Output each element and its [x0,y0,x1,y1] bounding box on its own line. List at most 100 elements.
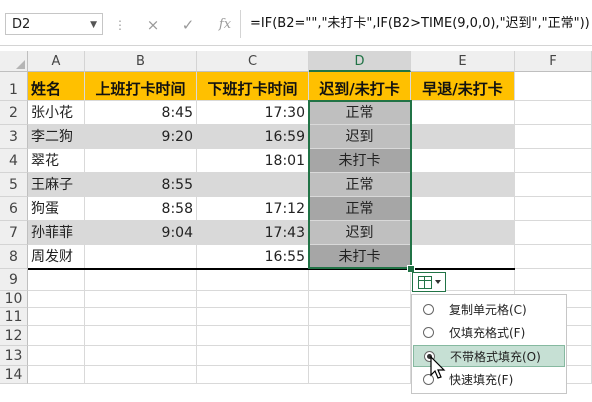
header-cell[interactable]: 下班打卡时间 [197,72,309,101]
name-cell[interactable]: 周发财 [28,245,85,269]
column-header-d[interactable]: D [309,51,411,72]
clock-in-cell[interactable]: 8:55 [85,173,197,197]
row-header-4[interactable]: 4 [0,149,28,173]
select-all-corner[interactable] [0,51,28,72]
name-box-dropdown-icon[interactable]: ▼ [90,14,97,36]
clock-out-cell[interactable]: 16:55 [197,245,309,269]
name-cell[interactable]: 孙菲菲 [28,221,85,245]
status-cell[interactable]: 未打卡 [309,149,411,173]
row-header-11[interactable]: 11 [0,308,28,326]
column-header-f[interactable]: F [515,51,592,72]
empty-cell[interactable] [28,346,85,366]
row-header-5[interactable]: 5 [0,173,28,197]
empty-cell[interactable] [197,308,309,326]
column-header-b[interactable]: B [85,51,197,72]
row-header-10[interactable]: 10 [0,291,28,308]
empty-cell[interactable] [197,346,309,366]
clock-out-cell[interactable]: 16:59 [197,125,309,149]
column-header-a[interactable]: A [28,51,85,72]
empty-cell[interactable] [197,366,309,384]
clock-in-cell[interactable]: 8:58 [85,197,197,221]
clock-out-cell[interactable]: 17:12 [197,197,309,221]
clock-in-cell[interactable]: 9:04 [85,221,197,245]
empty-cell[interactable] [309,366,411,384]
row-header-12[interactable]: 12 [0,326,28,346]
empty-cell[interactable] [515,149,592,173]
clock-out-cell[interactable]: 18:01 [197,149,309,173]
empty-cell[interactable] [28,308,85,326]
empty-cell[interactable] [411,101,515,125]
header-cell[interactable]: 上班打卡时间 [85,72,197,101]
empty-cell[interactable] [85,308,197,326]
empty-cell[interactable] [28,366,85,384]
row-header-2[interactable]: 2 [0,101,28,125]
empty-cell[interactable] [411,245,515,269]
empty-cell[interactable] [309,308,411,326]
empty-cell[interactable] [197,269,309,291]
status-cell[interactable]: 迟到 [309,221,411,245]
insert-function-icon[interactable]: fx [212,14,238,36]
header-cell[interactable]: 姓名 [28,72,85,101]
radio-icon[interactable] [423,327,434,338]
status-cell[interactable]: 正常 [309,197,411,221]
empty-cell[interactable] [85,326,197,346]
clock-out-cell[interactable]: 17:43 [197,221,309,245]
autofill-menu-item[interactable]: 复制单元格(C) [413,299,565,321]
empty-cell[interactable] [309,346,411,366]
empty-cell[interactable] [515,101,592,125]
clock-in-cell[interactable] [85,149,197,173]
column-header-c[interactable]: C [197,51,309,72]
name-cell[interactable]: 张小花 [28,101,85,125]
empty-cell[interactable] [515,269,592,291]
formula-bar-splitter-icon[interactable]: ⋮ [114,18,127,32]
name-box[interactable]: D2 ▼ [5,13,103,35]
name-cell[interactable]: 狗蛋 [28,197,85,221]
empty-cell[interactable] [85,346,197,366]
empty-cell[interactable] [85,291,197,308]
cancel-icon[interactable]: × [140,14,166,36]
empty-cell[interactable] [515,72,592,101]
name-cell[interactable]: 翠花 [28,149,85,173]
empty-cell[interactable] [309,326,411,346]
empty-cell[interactable] [411,221,515,245]
radio-icon[interactable] [423,304,434,315]
status-cell[interactable]: 迟到 [309,125,411,149]
empty-cell[interactable] [411,173,515,197]
empty-cell[interactable] [85,366,197,384]
empty-cell[interactable] [515,221,592,245]
clock-out-cell[interactable]: 17:30 [197,101,309,125]
enter-icon[interactable]: ✓ [175,14,201,36]
row-header-6[interactable]: 6 [0,197,28,221]
autofill-options-button[interactable] [412,272,446,292]
row-header-7[interactable]: 7 [0,221,28,245]
empty-cell[interactable] [28,291,85,308]
row-header-14[interactable]: 14 [0,366,28,384]
empty-cell[interactable] [411,125,515,149]
row-header-9[interactable]: 9 [0,269,28,291]
autofill-menu-item[interactable]: 仅填充格式(F) [413,322,565,344]
formula-input[interactable]: =IF(B2="","未打卡",IF(B2>TIME(9,0,0),"迟到","… [250,13,592,35]
empty-cell[interactable] [28,326,85,346]
empty-cell[interactable] [85,269,197,291]
column-header-e[interactable]: E [411,51,515,72]
clock-out-cell[interactable] [197,173,309,197]
clock-in-cell[interactable]: 8:45 [85,101,197,125]
empty-cell[interactable] [309,269,411,291]
row-header-3[interactable]: 3 [0,125,28,149]
row-header-8[interactable]: 8 [0,245,28,269]
clock-in-cell[interactable] [85,245,197,269]
header-cell[interactable]: 早退/未打卡 [411,72,515,101]
row-header-1[interactable]: 1 [0,72,28,101]
status-cell[interactable]: 未打卡 [309,245,411,269]
row-header-13[interactable]: 13 [0,346,28,366]
empty-cell[interactable] [309,291,411,308]
status-cell[interactable]: 正常 [309,101,411,125]
clock-in-cell[interactable]: 9:20 [85,125,197,149]
empty-cell[interactable] [197,326,309,346]
empty-cell[interactable] [515,173,592,197]
empty-cell[interactable] [411,197,515,221]
empty-cell[interactable] [515,245,592,269]
name-cell[interactable]: 李二狗 [28,125,85,149]
status-cell[interactable]: 正常 [309,173,411,197]
empty-cell[interactable] [411,149,515,173]
